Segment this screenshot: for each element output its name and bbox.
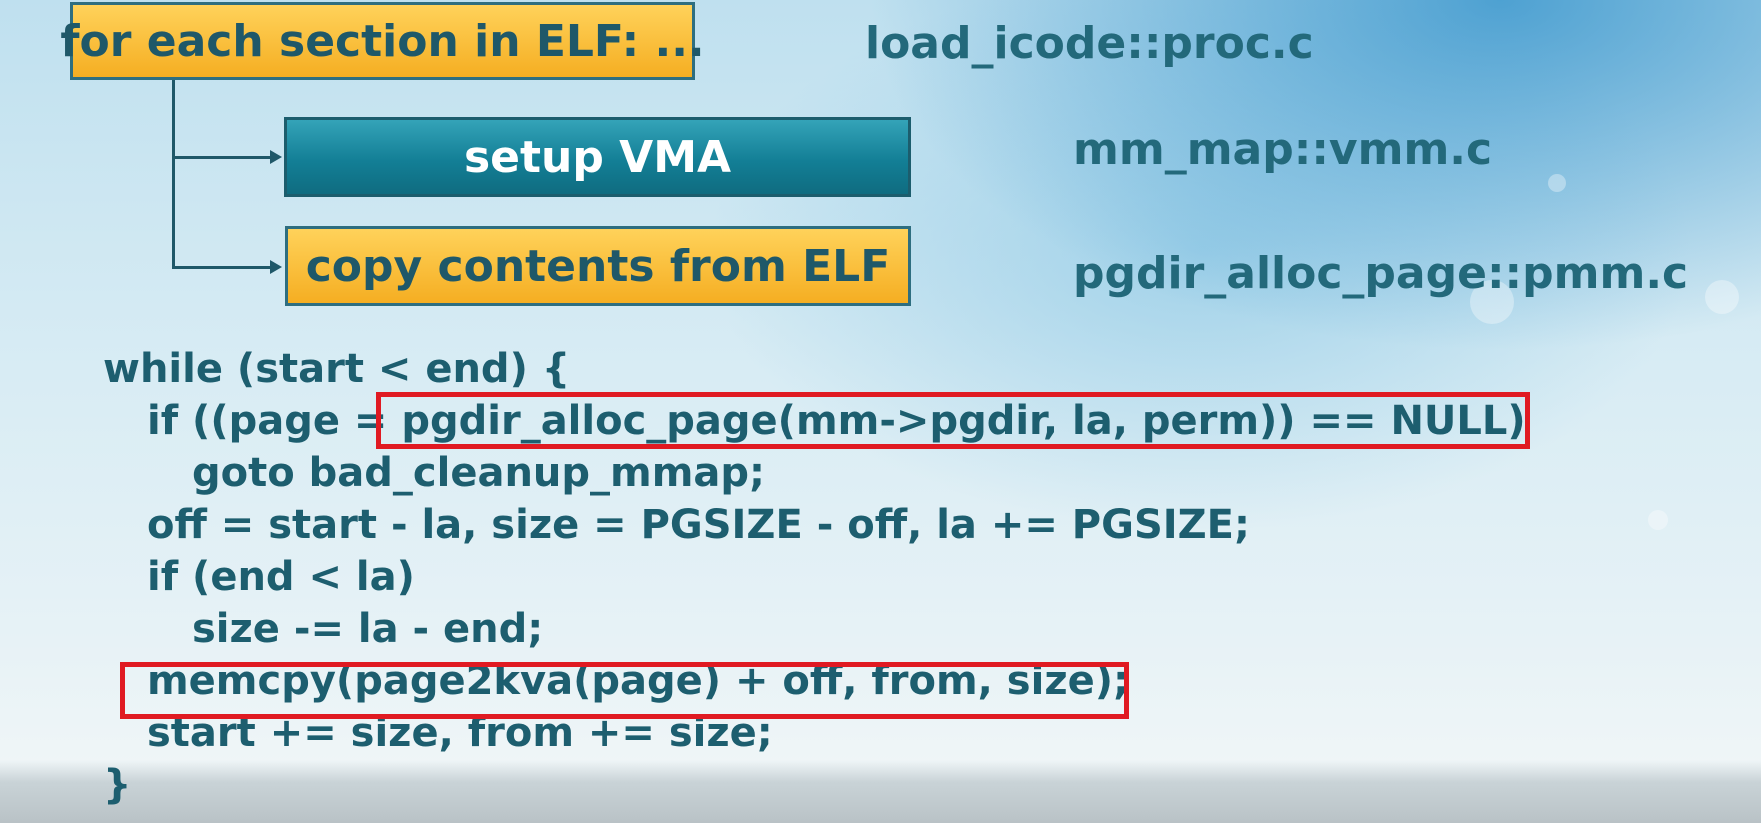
decor-bubble (1705, 280, 1739, 314)
setup-vma-label: setup VMA (463, 131, 732, 183)
arrow-to-copy (270, 260, 282, 274)
code-line-1: while (start < end) { (103, 346, 571, 392)
connector-vertical (172, 80, 175, 268)
connector-to-copy (172, 266, 272, 269)
file-label-pgdir-alloc: pgdir_alloc_page::pmm.c (1073, 248, 1689, 299)
highlight-memcpy-call (120, 662, 1129, 719)
file-label-mm-map: mm_map::vmm.c (1073, 124, 1493, 175)
code-line-3: goto bad_cleanup_mmap; (192, 450, 766, 496)
copy-contents-label: copy contents from ELF (305, 240, 891, 292)
decor-bubble (1548, 174, 1566, 192)
loop-box: for each section in ELF: ... (60, 2, 705, 80)
code-line-9: } (103, 762, 132, 808)
highlight-pgdir-alloc-call (376, 392, 1530, 449)
loop-box-label: for each section in ELF: ... (60, 15, 705, 67)
connector-to-setup (172, 156, 272, 159)
file-label-load-icode: load_icode::proc.c (865, 18, 1314, 69)
decor-bubble (1648, 510, 1668, 530)
copy-contents-box: copy contents from ELF (285, 226, 911, 306)
arrow-to-setup (270, 150, 282, 164)
code-line-6: size -= la - end; (192, 606, 544, 652)
code-line-4: off = start - la, size = PGSIZE - off, l… (147, 502, 1250, 548)
code-line-5: if (end < la) (147, 554, 415, 600)
bottom-fade (0, 760, 1761, 823)
setup-vma-box: setup VMA (284, 117, 911, 197)
